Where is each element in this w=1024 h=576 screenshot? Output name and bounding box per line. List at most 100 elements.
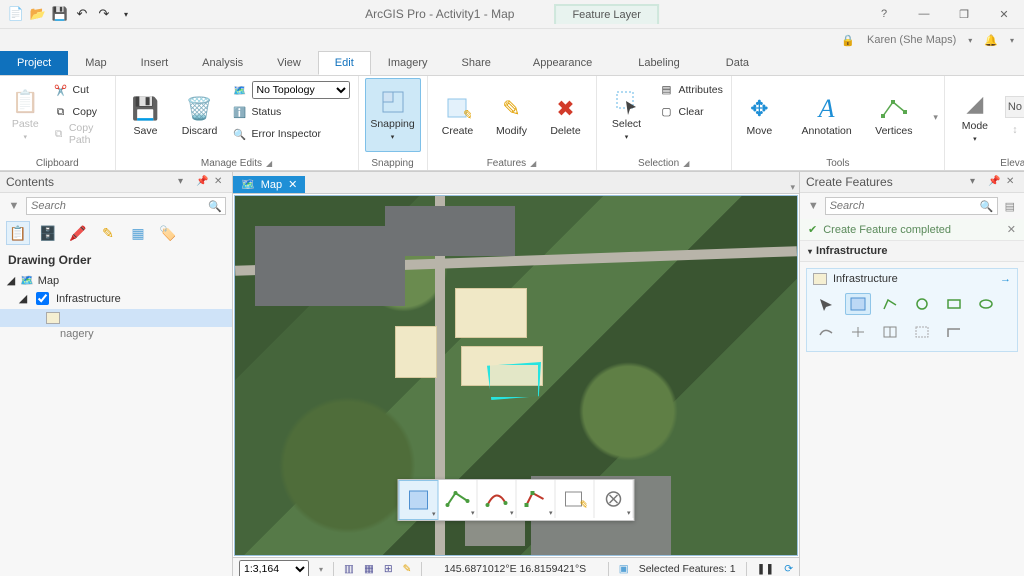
cut-button[interactable]: ✂️Cut <box>51 80 109 100</box>
tab-labeling[interactable]: Labeling <box>629 51 689 75</box>
list-by-source[interactable]: 🗄️ <box>36 221 60 245</box>
template-card[interactable]: Infrastructure → <box>806 268 1018 352</box>
select-button[interactable]: Select▾ <box>603 78 651 152</box>
clear-selection-button[interactable]: ▢Clear <box>657 102 725 122</box>
list-by-labeling[interactable]: 🏷️ <box>156 221 180 245</box>
tool-polygon[interactable]: ▾ <box>399 480 439 520</box>
dialog-launcher-icon[interactable]: ◢ <box>683 159 689 168</box>
tab-share[interactable]: Share <box>445 51 508 75</box>
list-by-drawing-order[interactable]: 📋 <box>6 221 30 245</box>
save-edits-button[interactable]: 💾Save <box>122 78 170 152</box>
search-icon[interactable]: 🔍 <box>205 200 225 213</box>
dialog-launcher-icon[interactable]: ◢ <box>530 159 536 168</box>
list-by-editing[interactable]: ✎ <box>96 221 120 245</box>
paste-button[interactable]: 📋 Paste ▾ <box>6 78 45 152</box>
move-tool-button[interactable]: ✥Move <box>738 78 781 152</box>
collapse-icon[interactable]: ◢ <box>18 292 28 305</box>
map-canvas[interactable]: ▾ ▾ ▾ ▾ ✎ ▾ <box>234 195 798 556</box>
delete-button[interactable]: ✖Delete <box>542 78 590 152</box>
close-pane-icon[interactable]: ✕ <box>214 176 226 188</box>
copy-button[interactable]: ⧉Copy <box>51 102 109 122</box>
tab-imagery[interactable]: Imagery <box>371 51 445 75</box>
layer-visibility-checkbox[interactable] <box>36 292 49 305</box>
pane-menu-icon[interactable]: ▾ <box>178 176 190 188</box>
snapping-button[interactable]: Snapping ▾ <box>365 78 421 152</box>
tool-right-angle[interactable]: ✎ <box>556 480 595 518</box>
edit-vertices-button[interactable]: Vertices <box>872 78 915 152</box>
copy-path-button[interactable]: ⧉Copy Path <box>51 124 109 144</box>
dialog-launcher-icon[interactable]: ◢ <box>266 159 272 168</box>
maximize-button[interactable]: ❐ <box>944 0 984 28</box>
user-name[interactable]: Karen (She Maps) <box>867 34 956 46</box>
tools-gallery-expand[interactable]: ▾ <box>933 112 938 123</box>
sb-btn4[interactable]: ✎ <box>403 563 412 575</box>
tab-project[interactable]: Project <box>0 51 68 75</box>
close-button[interactable]: ✕ <box>984 0 1024 28</box>
scale-selector[interactable]: 1:3,164 <box>239 560 309 576</box>
tool-freehand[interactable] <box>877 293 903 315</box>
help-button[interactable]: ? <box>864 0 904 28</box>
tool-stream[interactable] <box>813 321 839 343</box>
tool-autocomplete-polygon[interactable] <box>877 321 903 343</box>
view-menu-icon[interactable]: ▾ <box>790 182 795 193</box>
attributes-button[interactable]: ▤Attributes <box>657 80 725 100</box>
map-view-tab[interactable]: 🗺️Map✕ <box>233 176 305 193</box>
elevation-mode-button[interactable]: ◢Mode▾ <box>951 80 999 154</box>
open-template-icon[interactable]: → <box>1000 273 1011 285</box>
layer-infrastructure-row[interactable]: ◢Infrastructure <box>0 288 232 309</box>
discard-edits-button[interactable]: 🗑️Discard <box>176 78 224 152</box>
qat-save-icon[interactable]: 💾 <box>52 6 68 22</box>
annotation-tool-button[interactable]: AAnnotation <box>799 78 854 152</box>
autohide-icon[interactable]: 📌 <box>988 176 1000 188</box>
ribbon-collapse-chevron-icon[interactable]: ▾ <box>1010 36 1014 45</box>
pane-menu-icon[interactable]: ▾ <box>970 176 982 188</box>
tab-view[interactable]: View <box>260 51 318 75</box>
tab-analysis[interactable]: Analysis <box>185 51 260 75</box>
minimize-button[interactable]: — <box>904 0 944 28</box>
create-features-button[interactable]: ✎Create <box>434 78 482 152</box>
map-frame-row[interactable]: ◢🗺️Map <box>0 273 232 288</box>
tool-arc-segment[interactable]: ▾ <box>478 480 517 518</box>
qat-dropdown-icon[interactable]: ▾ <box>118 6 134 22</box>
qat-undo-icon[interactable]: ↶ <box>74 6 90 22</box>
refresh-button[interactable]: ⟳ <box>784 563 793 575</box>
qat-redo-icon[interactable]: ↷ <box>96 6 112 22</box>
tool-line-segment[interactable]: ▾ <box>439 480 478 518</box>
tool-ellipse[interactable] <box>973 293 999 315</box>
tool-polygon-pointer[interactable] <box>813 293 839 315</box>
pause-drawing-button[interactable]: ❚❚ <box>757 563 775 575</box>
tool-split[interactable] <box>845 321 871 343</box>
close-pane-icon[interactable]: ✕ <box>1006 176 1018 188</box>
tab-insert[interactable]: Insert <box>124 51 186 75</box>
tool-rectangle[interactable] <box>941 293 967 315</box>
qat-project-icon[interactable]: 📄 <box>8 6 24 22</box>
contextual-tab-feature-layer[interactable]: Feature Layer <box>554 4 658 24</box>
tab-edit[interactable]: Edit <box>318 51 371 75</box>
filter-icon[interactable]: ▼ <box>6 200 22 212</box>
selected-feature[interactable] <box>487 362 541 400</box>
tool-autocomplete-freehand[interactable] <box>909 321 935 343</box>
modify-features-button[interactable]: ✎Modify <box>488 78 536 152</box>
qat-open-icon[interactable]: 📂 <box>30 6 46 22</box>
status-button[interactable]: ℹ️Status <box>230 102 352 122</box>
tab-map[interactable]: Map <box>68 51 123 75</box>
contents-search-input[interactable]: 🔍 <box>26 197 226 215</box>
autohide-icon[interactable]: 📌 <box>196 176 208 188</box>
collapse-icon[interactable]: ◢ <box>6 274 16 287</box>
tool-cancel-sketch[interactable]: ▾ <box>595 480 634 518</box>
collapse-icon[interactable]: ▾ <box>808 247 812 256</box>
search-icon[interactable]: 🔍 <box>977 200 997 213</box>
sb-btn2[interactable]: ▦ <box>364 563 374 575</box>
dismiss-message-icon[interactable]: ✕ <box>1007 223 1016 236</box>
manage-templates-icon[interactable]: ▤ <box>1002 200 1018 213</box>
tool-polygon[interactable] <box>845 293 871 315</box>
list-by-selection[interactable]: 🖍️ <box>66 221 90 245</box>
error-inspector-button[interactable]: 🔍Error Inspector <box>230 124 352 144</box>
tab-appearance[interactable]: Appearance <box>524 51 601 75</box>
selected-features-icon[interactable]: ▣ <box>619 563 629 575</box>
close-map-tab-icon[interactable]: ✕ <box>288 178 297 191</box>
topology-selector[interactable]: 🗺️No Topology <box>230 80 352 100</box>
tool-circle[interactable] <box>909 293 935 315</box>
tab-data[interactable]: Data <box>717 51 758 75</box>
filter-icon[interactable]: ▼ <box>806 200 821 212</box>
